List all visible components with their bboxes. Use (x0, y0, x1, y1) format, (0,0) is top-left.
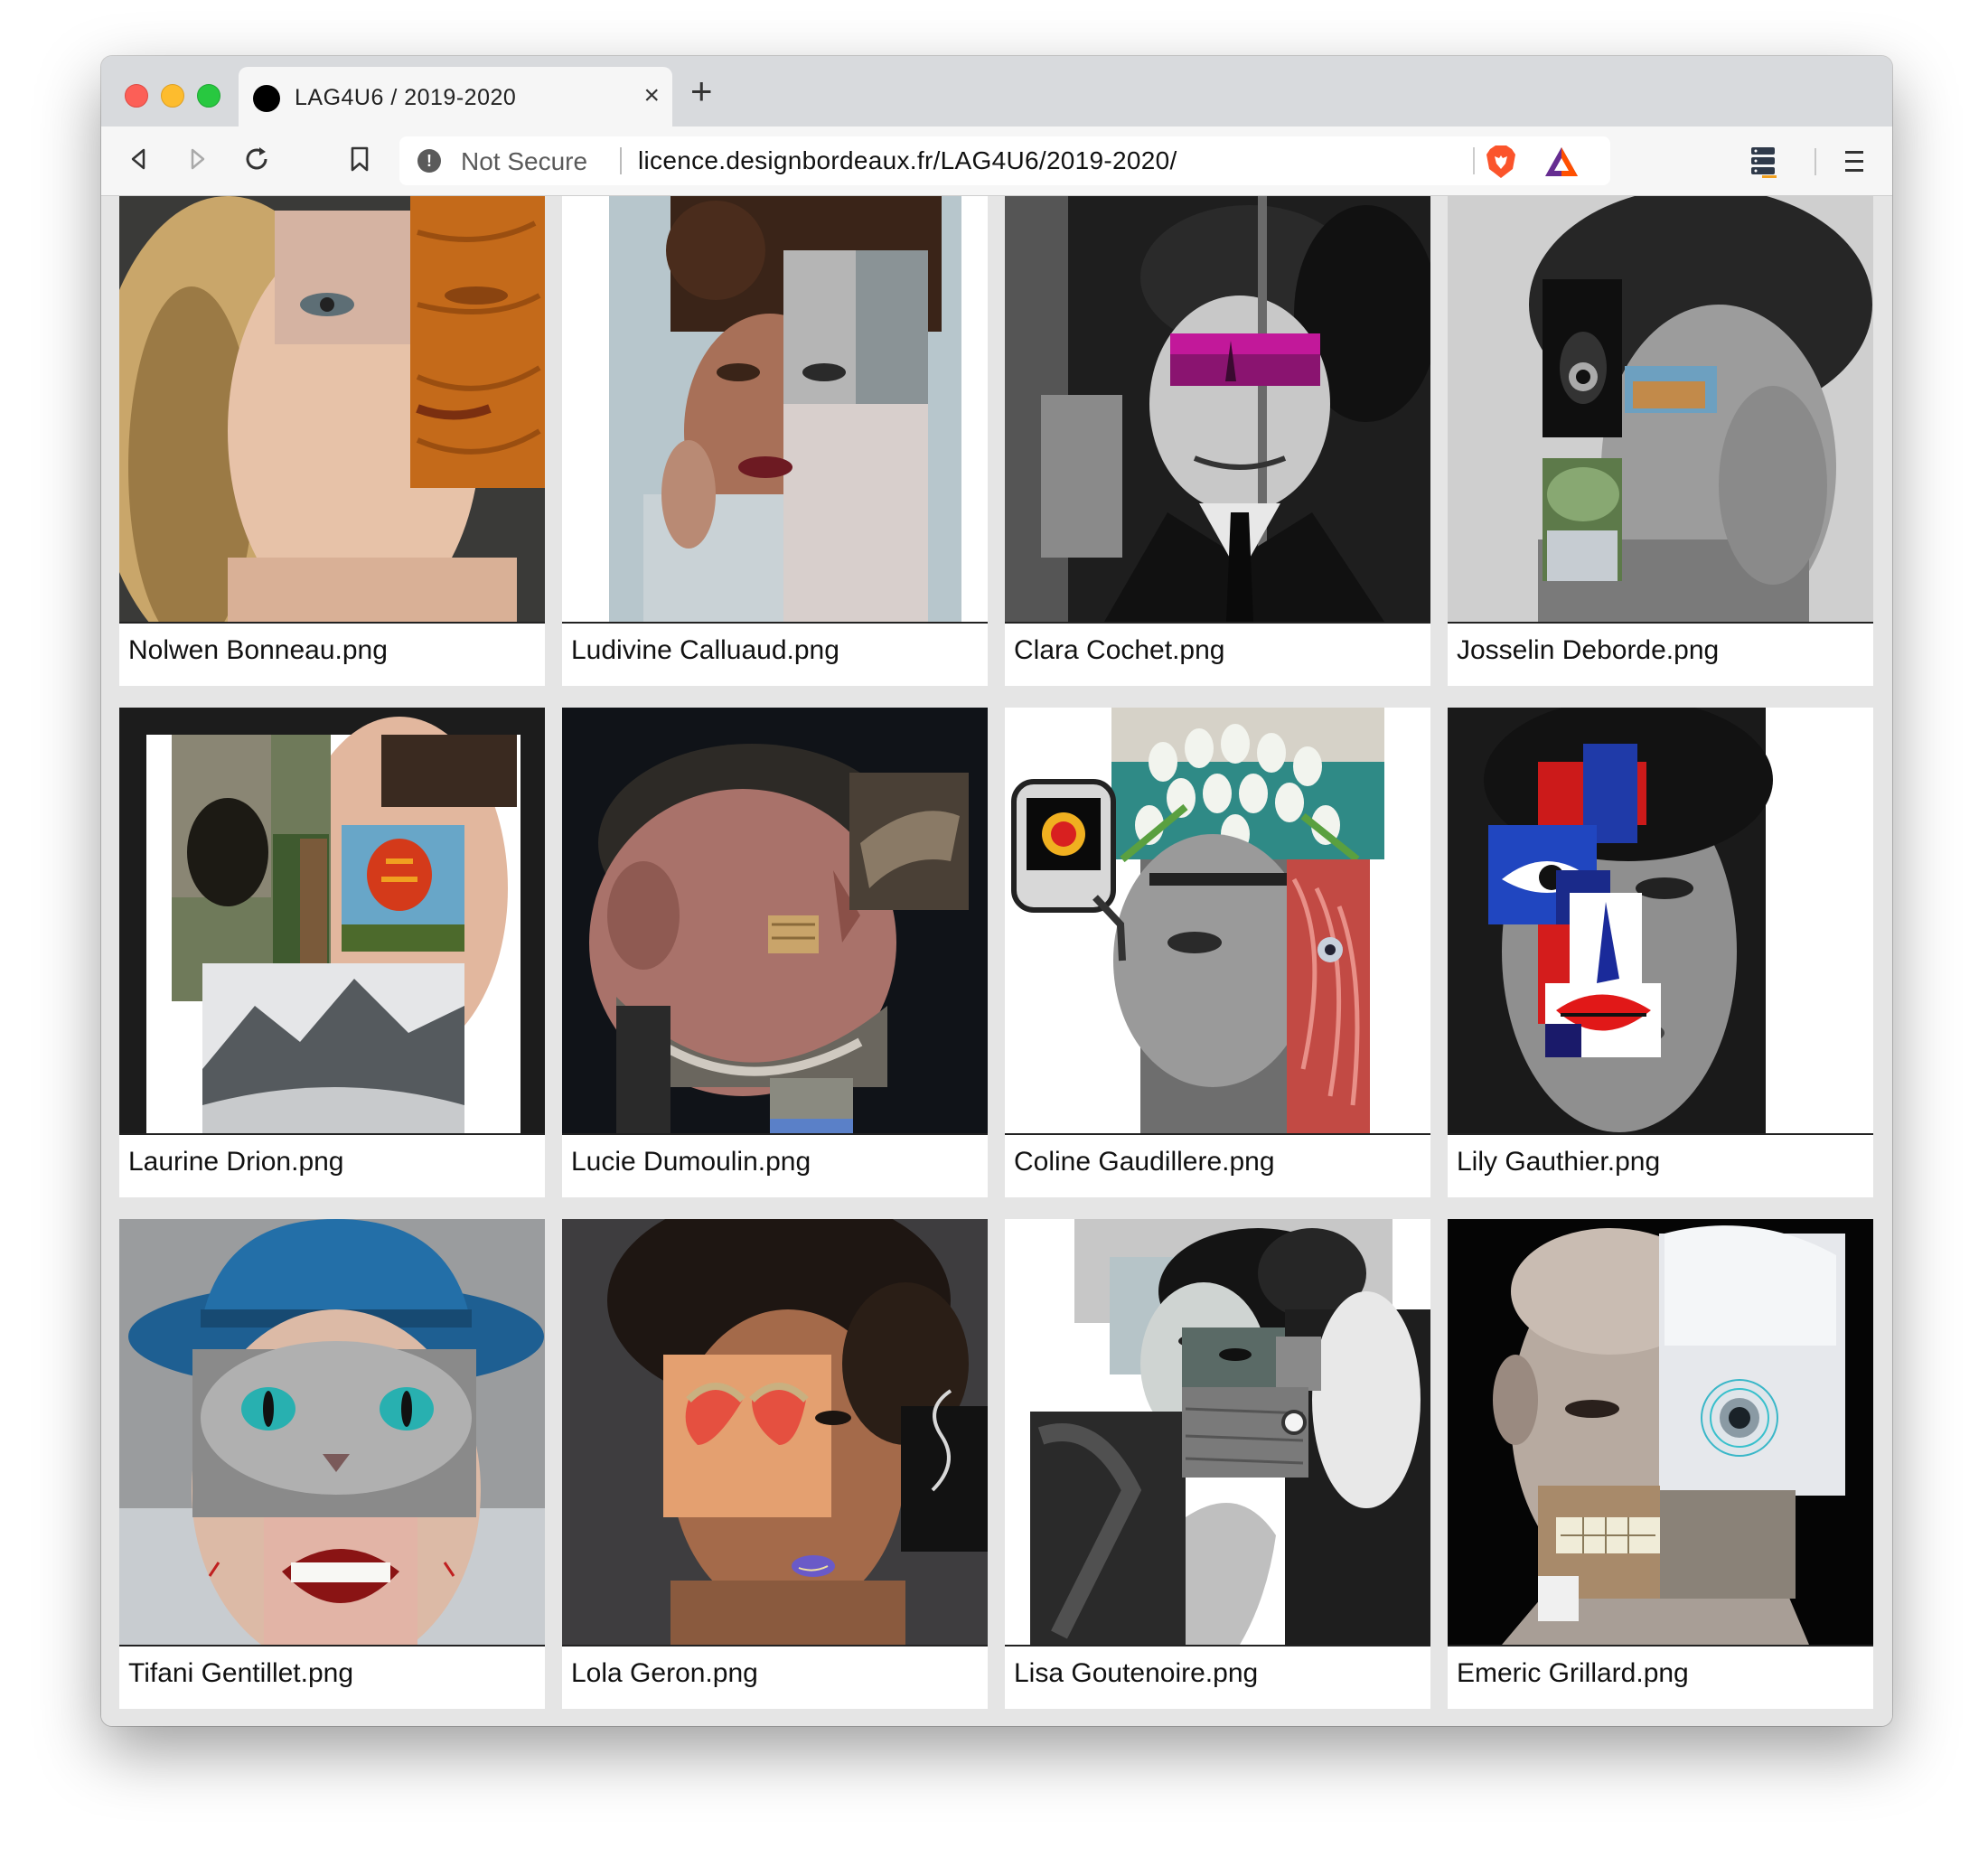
forward-button[interactable] (177, 139, 217, 179)
toolbar: ! Not Secure licence.designbordeaux.fr/L… (101, 127, 1892, 196)
image-filename[interactable]: Emeric Grillard.png (1457, 1658, 1689, 1689)
caption-divider (119, 622, 545, 624)
favicon-icon (253, 85, 280, 112)
image-filename[interactable]: Clara Cochet.png (1014, 635, 1224, 666)
browser-window: LAG4U6 / 2019-2020 × + ! Not Secure lice… (101, 56, 1892, 1726)
collage-thumbnail[interactable] (562, 196, 988, 622)
collage-thumbnail[interactable] (1448, 1219, 1873, 1645)
gallery-card[interactable]: Josselin Deborde.png (1448, 196, 1873, 686)
image-filename[interactable]: Laurine Drion.png (128, 1147, 344, 1177)
collage-thumbnail[interactable] (1005, 196, 1430, 622)
caption-divider (562, 1645, 988, 1647)
collage-thumbnail[interactable] (119, 708, 545, 1133)
url-text[interactable]: licence.designbordeaux.fr/LAG4U6/2019-20… (638, 146, 1177, 175)
menu-icon[interactable] (1836, 143, 1872, 179)
collage-thumbnail[interactable] (562, 1219, 988, 1645)
image-filename[interactable]: Lucie Dumoulin.png (571, 1147, 811, 1177)
collage-thumbnail[interactable] (1005, 1219, 1430, 1645)
caption-divider (1005, 1645, 1430, 1647)
image-filename[interactable]: Lisa Goutenoire.png (1014, 1658, 1258, 1689)
caption-divider (562, 622, 988, 624)
server-stack-icon[interactable] (1746, 143, 1782, 179)
caption-divider (1448, 1133, 1873, 1135)
caption-divider (1448, 622, 1873, 624)
maximize-window-button[interactable] (197, 84, 220, 108)
gallery-card[interactable]: Laurine Drion.png (119, 708, 545, 1197)
collage-thumbnail[interactable] (119, 1219, 545, 1645)
caption-divider (1448, 1645, 1873, 1647)
image-filename[interactable]: Lily Gauthier.png (1457, 1147, 1660, 1177)
gallery-card[interactable]: Tifani Gentillet.png (119, 1219, 545, 1709)
caption-divider (562, 1133, 988, 1135)
gallery: Nolwen Bonneau.png Ludivine Calluaud.png… (101, 196, 1892, 1726)
collage-thumbnail[interactable] (119, 196, 545, 622)
gallery-card[interactable]: Lily Gauthier.png (1448, 708, 1873, 1197)
forward-arrow-icon (191, 148, 205, 170)
gallery-card[interactable]: Lola Geron.png (562, 1219, 988, 1709)
caption-divider (119, 1645, 545, 1647)
info-icon[interactable]: ! (417, 149, 441, 173)
image-filename[interactable]: Nolwen Bonneau.png (128, 635, 388, 666)
collage-thumbnail[interactable] (1448, 708, 1873, 1133)
address-bar[interactable]: ! Not Secure licence.designbordeaux.fr/L… (399, 136, 1610, 185)
gallery-card[interactable]: Clara Cochet.png (1005, 196, 1430, 686)
rewards-triangle-icon[interactable] (1543, 145, 1580, 178)
collage-thumbnail[interactable] (562, 708, 988, 1133)
back-arrow-icon (131, 148, 145, 170)
image-filename[interactable]: Lola Geron.png (571, 1658, 758, 1689)
caption-divider (1005, 1133, 1430, 1135)
active-tab[interactable]: LAG4U6 / 2019-2020 × (239, 67, 672, 127)
gallery-card[interactable]: Coline Gaudillere.png (1005, 708, 1430, 1197)
address-separator (620, 147, 622, 174)
security-status[interactable]: Not Secure (461, 147, 587, 176)
tab-title: LAG4U6 / 2019-2020 (295, 85, 517, 110)
caption-divider (1005, 622, 1430, 624)
minimize-window-button[interactable] (161, 84, 184, 108)
gallery-card[interactable]: Lisa Goutenoire.png (1005, 1219, 1430, 1709)
brave-shields-icon[interactable] (1484, 144, 1518, 180)
reload-icon (246, 147, 267, 170)
image-filename[interactable]: Ludivine Calluaud.png (571, 635, 839, 666)
gallery-card[interactable]: Ludivine Calluaud.png (562, 196, 988, 686)
bookmark-icon (351, 146, 369, 172)
reload-button[interactable] (237, 139, 277, 179)
image-filename[interactable]: Josselin Deborde.png (1457, 635, 1719, 666)
address-separator (1473, 147, 1475, 174)
gallery-card[interactable]: Lucie Dumoulin.png (562, 708, 988, 1197)
collage-thumbnail[interactable] (1448, 196, 1873, 622)
new-tab-button[interactable]: + (690, 72, 713, 110)
bookmark-button[interactable] (340, 139, 380, 179)
gallery-card[interactable]: Emeric Grillard.png (1448, 1219, 1873, 1709)
image-filename[interactable]: Tifani Gentillet.png (128, 1658, 353, 1689)
back-button[interactable] (119, 139, 159, 179)
tab-close-icon[interactable]: × (643, 80, 660, 111)
close-window-button[interactable] (125, 84, 148, 108)
tab-bar: LAG4U6 / 2019-2020 × + (101, 56, 1892, 127)
image-filename[interactable]: Coline Gaudillere.png (1014, 1147, 1275, 1177)
toolbar-separator (1815, 148, 1816, 175)
gallery-card[interactable]: Nolwen Bonneau.png (119, 196, 545, 686)
collage-thumbnail[interactable] (1005, 708, 1430, 1133)
caption-divider (119, 1133, 545, 1135)
